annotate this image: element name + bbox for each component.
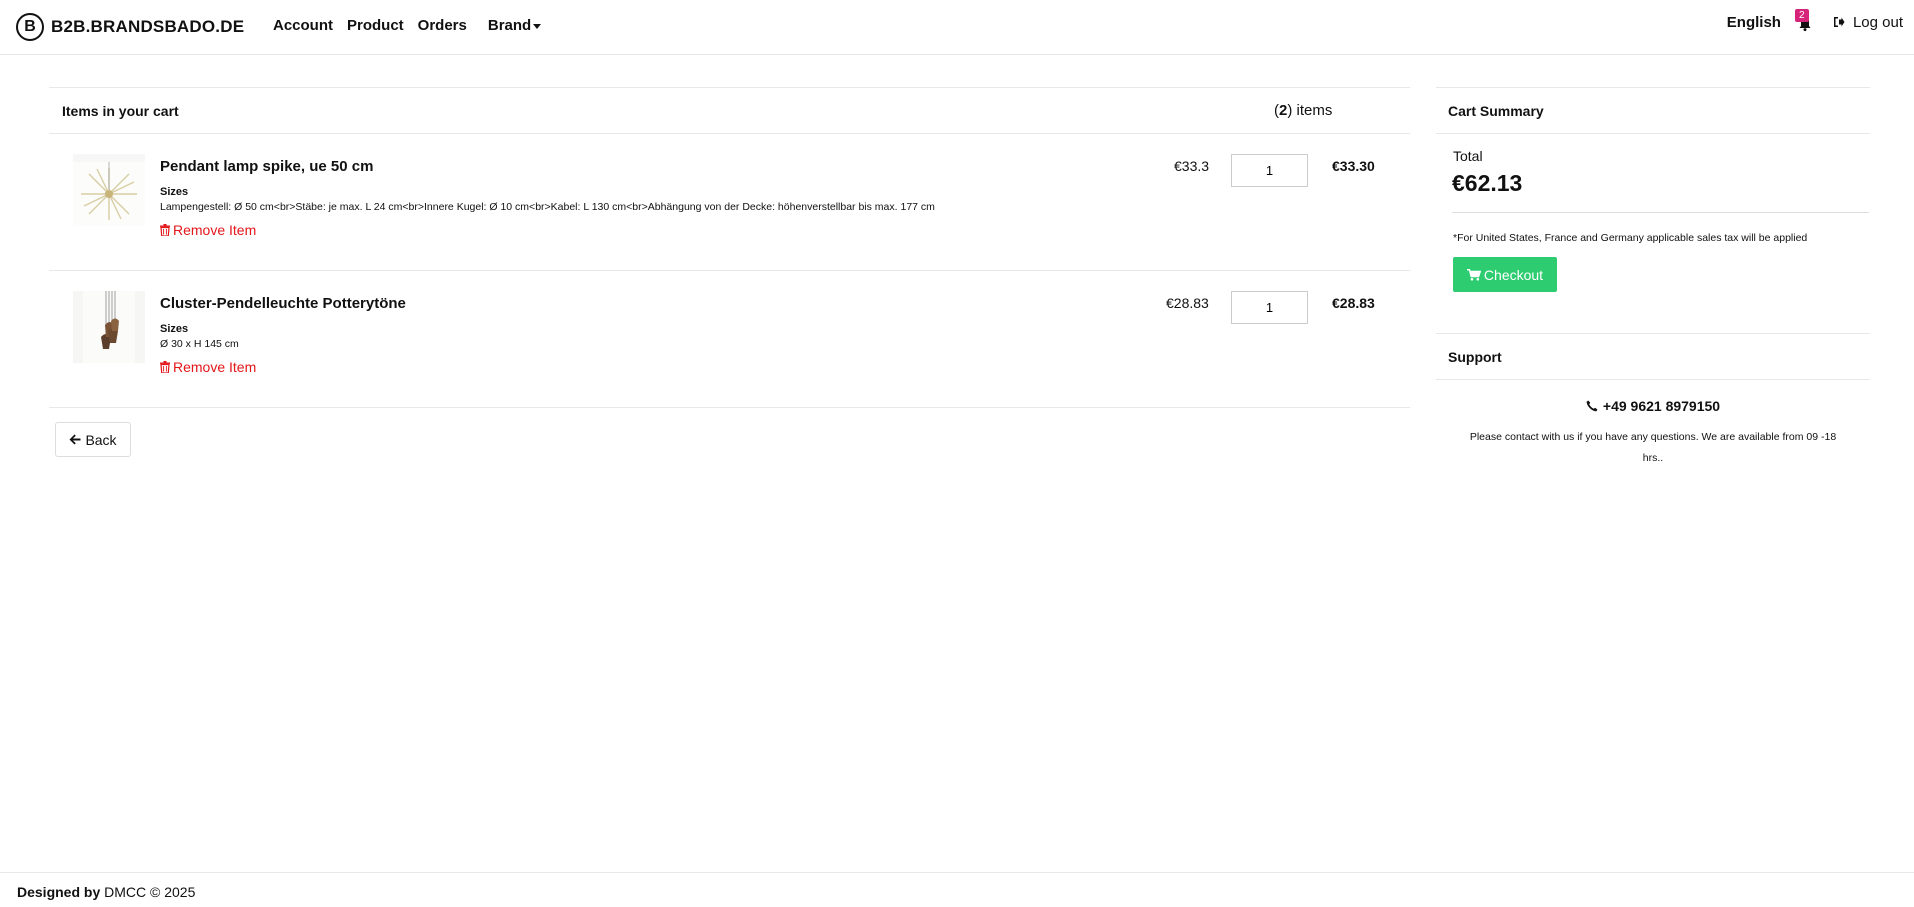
nav-brand-label: Brand bbox=[487, 17, 532, 34]
nav-account[interactable]: Account bbox=[273, 17, 333, 34]
cart-summary-title: Cart Summary bbox=[1448, 103, 1544, 119]
logout-label: Log out bbox=[1852, 13, 1903, 31]
brand-logo-icon: B bbox=[16, 13, 44, 41]
phone-icon bbox=[1586, 400, 1598, 412]
remove-item-label: Remove Item bbox=[173, 359, 257, 375]
tax-note: *For United States, France and Germany a… bbox=[1453, 232, 1808, 244]
back-label: Back bbox=[85, 431, 117, 448]
sizes-label: Sizes bbox=[160, 186, 189, 198]
trash-icon bbox=[160, 361, 170, 373]
remove-item-button[interactable]: Remove Item bbox=[160, 222, 935, 238]
item-details: Pendant lamp spike, ue 50 cm Sizes Lampe… bbox=[160, 158, 935, 238]
item-details: Cluster-Pendelleuchte Potterytöne Sizes … bbox=[160, 295, 406, 375]
cart-count-suffix: items bbox=[1292, 102, 1333, 119]
cart-count-number: 2 bbox=[1279, 102, 1288, 119]
support-title: Support bbox=[1448, 349, 1502, 365]
support-header: Support bbox=[1436, 333, 1870, 380]
cluster-lamp-image-icon bbox=[73, 291, 145, 363]
quantity-input[interactable] bbox=[1231, 154, 1308, 187]
cart-item: Cluster-Pendelleuchte Potterytöne Sizes … bbox=[49, 271, 1410, 408]
nav-brand-dropdown[interactable]: Brand bbox=[487, 17, 542, 34]
phone-number: +49 9621 8979150 bbox=[1602, 398, 1721, 414]
back-button[interactable]: Back bbox=[55, 422, 131, 457]
footer-company: DMCC © 2025 bbox=[100, 884, 196, 900]
cart-summary-panel: Cart Summary Total €62.13 *For United St… bbox=[1436, 87, 1870, 464]
total-label: Total bbox=[1453, 148, 1483, 164]
cart-header: Items in your cart (2) items bbox=[49, 87, 1410, 134]
sizes-value: Lampengestell: Ø 50 cm<br>Stäbe: je max.… bbox=[160, 201, 935, 213]
sizes-value: Ø 30 x H 145 cm bbox=[160, 338, 239, 350]
footer-credit: Designed by DMCC © 2025 bbox=[17, 884, 195, 900]
trash-icon bbox=[160, 224, 170, 236]
arrow-left-icon bbox=[69, 434, 81, 445]
product-thumbnail[interactable] bbox=[73, 154, 145, 226]
quantity-input[interactable] bbox=[1231, 291, 1308, 324]
remove-item-button[interactable]: Remove Item bbox=[160, 359, 406, 375]
support-phone[interactable]: +49 9621 8979150 bbox=[1436, 398, 1870, 414]
line-total: €28.83 bbox=[1332, 295, 1375, 311]
cart-panel: Items in your cart (2) items Pendant lam… bbox=[49, 87, 1410, 408]
nav-orders[interactable]: Orders bbox=[418, 17, 467, 34]
checkout-label: Checkout bbox=[1483, 266, 1544, 283]
notification-badge: 2 bbox=[1794, 9, 1809, 22]
unit-price: €33.3 bbox=[1174, 158, 1210, 174]
summary-divider bbox=[1452, 212, 1869, 213]
top-navbar: B B2B.BRANDSBADO.DE Account Product Orde… bbox=[0, 0, 1914, 55]
spike-lamp-image-icon bbox=[73, 154, 145, 226]
cart-icon bbox=[1466, 268, 1481, 281]
cart-item: Pendant lamp spike, ue 50 cm Sizes Lampe… bbox=[49, 134, 1410, 271]
cart-title: Items in your cart bbox=[62, 103, 179, 119]
brand-home-link[interactable]: B B2B.BRANDSBADO.DE bbox=[16, 13, 244, 41]
checkout-button[interactable]: Checkout bbox=[1453, 257, 1557, 292]
product-name[interactable]: Pendant lamp spike, ue 50 cm bbox=[160, 158, 935, 175]
line-total: €33.30 bbox=[1332, 158, 1375, 174]
product-name[interactable]: Cluster-Pendelleuchte Potterytöne bbox=[160, 295, 406, 312]
footer-designed-by: Designed by bbox=[17, 884, 101, 900]
product-thumbnail[interactable] bbox=[73, 291, 145, 363]
remove-item-label: Remove Item bbox=[173, 222, 257, 238]
caret-down-icon bbox=[533, 23, 542, 29]
nav-right: English 2 Log out bbox=[1727, 9, 1903, 32]
logout-button[interactable]: Log out bbox=[1833, 14, 1903, 31]
nav-product[interactable]: Product bbox=[347, 17, 404, 34]
brand-name: B2B.BRANDSBADO.DE bbox=[51, 17, 245, 36]
sign-out-icon bbox=[1833, 17, 1845, 27]
notifications-button[interactable]: 2 bbox=[1794, 9, 1813, 32]
unit-price: €28.83 bbox=[1166, 295, 1209, 311]
language-selector[interactable]: English bbox=[1727, 14, 1781, 31]
sizes-label: Sizes bbox=[160, 323, 189, 335]
support-text: Please contact with us if you have any q… bbox=[1469, 431, 1837, 464]
total-value: €62.13 bbox=[1452, 170, 1523, 196]
cart-item-count: (2) items bbox=[1274, 102, 1333, 119]
main-nav: Account Product Orders Brand bbox=[273, 17, 555, 34]
footer: Designed by DMCC © 2025 bbox=[0, 872, 1914, 907]
cart-summary-header: Cart Summary bbox=[1436, 87, 1870, 134]
